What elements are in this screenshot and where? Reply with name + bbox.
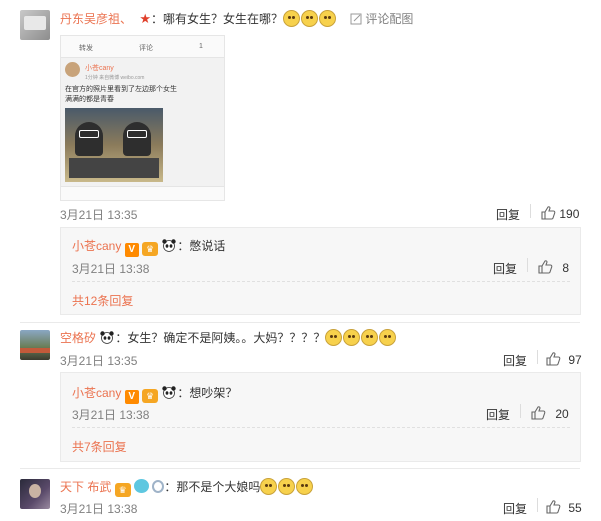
member-level-icon: ♛ bbox=[142, 242, 159, 256]
panda-badge-icon bbox=[162, 239, 177, 252]
embed-meta: 1分钟 来自微博 weibo.com bbox=[85, 75, 145, 81]
embed-text-line2: 满满的都是青春 bbox=[65, 96, 114, 103]
divider bbox=[537, 350, 538, 364]
embed-photo bbox=[65, 108, 163, 182]
like-button[interactable]: 97 bbox=[545, 351, 582, 367]
cat-emoji-icon bbox=[301, 10, 319, 27]
divider bbox=[520, 404, 521, 418]
divider bbox=[537, 498, 538, 512]
reply-time: 3月21日 13:38 bbox=[72, 408, 150, 422]
divider bbox=[72, 281, 570, 282]
thumbs-up-icon bbox=[546, 500, 561, 514]
divider bbox=[72, 427, 570, 428]
cat-emoji-icon bbox=[278, 478, 296, 495]
like-count: 97 bbox=[568, 353, 582, 367]
comment-action: 评论 bbox=[139, 45, 153, 52]
reply-time: 3月21日 13:38 bbox=[72, 262, 150, 276]
username[interactable]: 丹东吴彦祖、 bbox=[60, 12, 132, 26]
like-count: 55 bbox=[568, 501, 582, 515]
embed-username: 小苍cany bbox=[85, 65, 114, 72]
thumbs-up-icon bbox=[541, 206, 556, 220]
cat-emoji-icon bbox=[260, 478, 278, 495]
view-more-replies-link[interactable]: 共12条回复 bbox=[72, 292, 133, 309]
cat-emoji-icon bbox=[379, 329, 397, 346]
ring-badge-icon bbox=[152, 480, 165, 493]
like-button[interactable]: 8 bbox=[537, 259, 569, 275]
username[interactable]: 空格矽 bbox=[60, 331, 96, 345]
avatar[interactable] bbox=[20, 479, 50, 509]
repost-action: 转发 bbox=[79, 45, 93, 52]
comment-divider bbox=[20, 468, 580, 469]
reply-button[interactable]: 回复 bbox=[496, 206, 520, 223]
verified-v-icon: V bbox=[124, 390, 139, 404]
member-level-icon: ♛ bbox=[114, 483, 131, 497]
reply-button[interactable]: 回复 bbox=[503, 352, 527, 369]
like-button[interactable]: 20 bbox=[530, 405, 569, 421]
username[interactable]: 小苍cany bbox=[72, 239, 121, 253]
view-more-replies-link[interactable]: 共7条回复 bbox=[72, 438, 127, 455]
like-action: 1 bbox=[199, 43, 203, 50]
comment-image[interactable]: 转发 评论 1 小苍cany 1分钟 来自微博 weibo.com 在官方的照片… bbox=[60, 35, 225, 201]
thumbs-up-icon bbox=[538, 260, 553, 274]
like-button[interactable]: 55 bbox=[545, 499, 582, 515]
comment-image-link[interactable]: 评论配图 bbox=[365, 12, 413, 26]
cat-emoji-icon bbox=[283, 10, 301, 27]
comment-time: 3月21日 13:35 bbox=[60, 208, 138, 222]
like-count: 8 bbox=[562, 261, 570, 275]
divider bbox=[527, 258, 528, 272]
avatar[interactable] bbox=[20, 330, 50, 360]
cat-emoji-icon bbox=[361, 329, 379, 346]
cat-emoji-icon bbox=[343, 329, 361, 346]
thumbs-up-icon bbox=[531, 406, 546, 420]
comment-time: 3月21日 13:38 bbox=[60, 502, 138, 516]
comment-text: ：那不是个大娘吗 bbox=[164, 480, 261, 494]
reply-text: ：想吵架？ bbox=[177, 386, 238, 400]
comment-text: ：女生？确定不是阿姨。。大妈？？？？ bbox=[115, 331, 326, 345]
panda-badge-icon bbox=[100, 331, 115, 344]
cat-emoji-icon bbox=[319, 10, 337, 27]
username[interactable]: 天下 布武 bbox=[60, 480, 111, 494]
embed-text-line1: 在官方的照片里看到了左边那个女生 bbox=[65, 86, 177, 93]
reply-text: ：憋说话 bbox=[177, 239, 226, 253]
reply-button[interactable]: 回复 bbox=[503, 500, 527, 517]
like-count: 190 bbox=[559, 207, 580, 221]
like-button[interactable]: 190 bbox=[540, 205, 579, 221]
like-count: 20 bbox=[555, 407, 569, 421]
nested-reply-header: 小苍cany V ♛ ：想吵架？ bbox=[72, 384, 237, 404]
verified-v-icon: V bbox=[124, 243, 139, 257]
divider bbox=[530, 204, 531, 218]
thumbs-up-icon bbox=[546, 352, 561, 366]
member-level-icon: ♛ bbox=[142, 389, 159, 403]
avatar[interactable] bbox=[20, 10, 50, 40]
comment-text: ：哪有女生？女生在哪？ bbox=[151, 12, 284, 26]
comment-time: 3月21日 13:35 bbox=[60, 354, 138, 368]
comment-header: 空格矽 ：女生？确定不是阿姨。。大妈？？？？ bbox=[60, 329, 397, 346]
comment-header: 天下 布武 ♛ ：那不是个大娘吗 bbox=[60, 478, 314, 497]
fan-badge-icon bbox=[134, 479, 150, 493]
nested-reply-header: 小苍cany V ♛ ：憋说话 bbox=[72, 237, 225, 257]
reply-button[interactable]: 回复 bbox=[486, 406, 510, 423]
comment-divider bbox=[20, 322, 580, 323]
comment-header: 丹东吴彦祖、 ★：哪有女生？女生在哪？ 评论配图 bbox=[60, 10, 413, 27]
image-edit-icon bbox=[350, 13, 362, 25]
cat-emoji-icon bbox=[325, 329, 343, 346]
star-badge-icon: ★ bbox=[139, 11, 152, 26]
panda-badge-icon bbox=[162, 386, 177, 399]
username[interactable]: 小苍cany bbox=[72, 386, 121, 400]
reply-button[interactable]: 回复 bbox=[493, 260, 517, 277]
cat-emoji-icon bbox=[296, 478, 314, 495]
